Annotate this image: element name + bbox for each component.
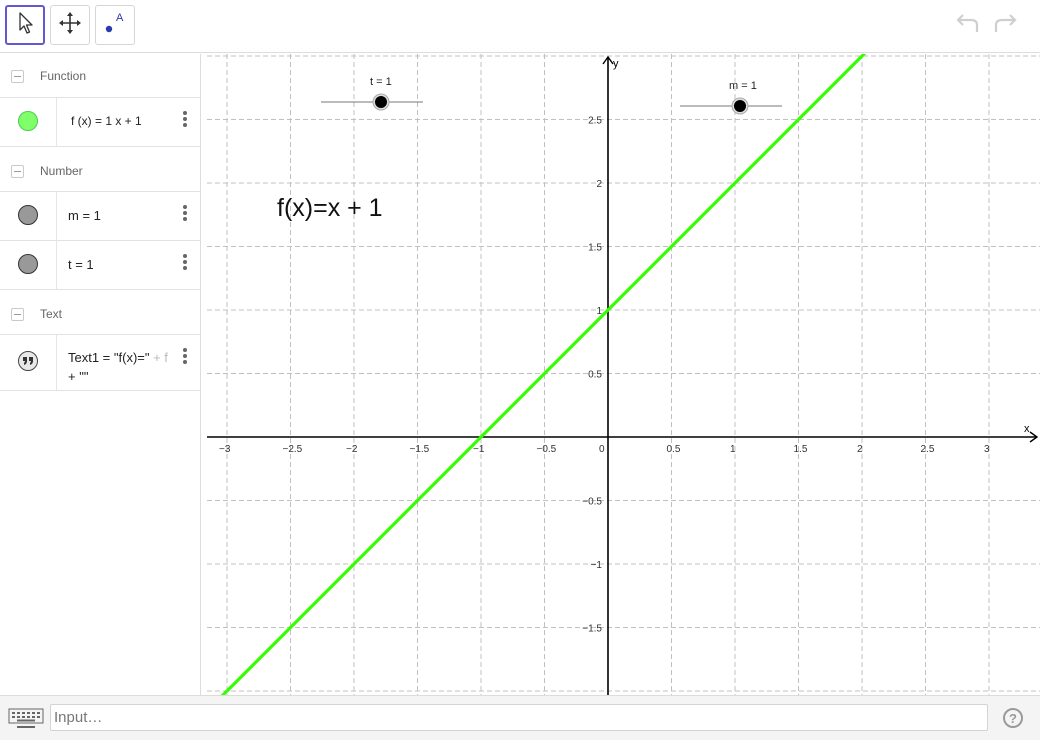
slider-t-label: t = 1: [370, 76, 392, 88]
algebra-item-text: m = 1: [68, 208, 101, 223]
visibility-marble-t[interactable]: [18, 254, 38, 274]
item-menu-icon[interactable]: [181, 254, 189, 274]
x-axis-label: x: [1024, 423, 1030, 435]
point-A-icon: A: [102, 10, 128, 41]
function-f-graph: [220, 54, 867, 695]
group-header-function[interactable]: Function: [0, 54, 200, 98]
text-definition-faded: + f: [149, 350, 168, 365]
point-tool-button[interactable]: A: [95, 5, 135, 45]
x-tick-label: −2.5: [283, 444, 303, 455]
coordinate-plane[interactable]: x y −3 −2.5 −2 −1.5 −1 −0.5 0 0.5 1 1.5 2 2.5 3 2.5 2 1.5…: [207, 54, 1040, 695]
y-axis-label: y: [613, 58, 619, 70]
algebra-item-text-line1: Text1 = "f(x)=" + f: [68, 350, 168, 365]
geogebra-app: A Function f (x) = 1 x + 1 Number m = 1 …: [0, 0, 1040, 740]
item-menu-icon[interactable]: [181, 111, 189, 131]
slider-m-knob[interactable]: [734, 100, 746, 112]
collapse-icon[interactable]: [11, 69, 24, 83]
x-tick-label: 0: [599, 444, 605, 455]
graphics-view[interactable]: x y −3 −2.5 −2 −1.5 −1 −0.5 0 0.5 1 1.5 2 2.5 3 2.5 2 1.5…: [207, 54, 1040, 695]
y-tick-label: 2: [596, 179, 602, 190]
arrow-cursor-icon: [15, 11, 35, 40]
move-graphics-view-button[interactable]: [50, 5, 90, 45]
x-tick-label: 1.5: [794, 444, 808, 455]
item-menu-icon[interactable]: [181, 348, 189, 368]
point-tool-letter: A: [116, 12, 124, 24]
group-label-function: Function: [40, 69, 87, 83]
collapse-icon[interactable]: [11, 307, 24, 321]
y-tick-label: −1: [591, 560, 603, 571]
slider-t-knob[interactable]: [375, 96, 387, 108]
y-tick-label: −0.5: [582, 497, 602, 508]
input-bar: ?: [0, 695, 1040, 740]
y-tick-label: 1.5: [588, 243, 602, 254]
redo-icon: [990, 12, 1020, 41]
x-tick-label: −3: [219, 444, 231, 455]
visibility-marble-m[interactable]: [18, 205, 38, 225]
algebra-item-function-f[interactable]: f (x) = 1 x + 1: [0, 97, 200, 147]
slider-m-label: m = 1: [729, 80, 757, 92]
text-definition: Text1 = "f(x)=": [68, 350, 150, 365]
x-tick-label: −2: [346, 444, 358, 455]
group-label-number: Number: [40, 164, 83, 178]
algebra-view: Function f (x) = 1 x + 1 Number m = 1 t …: [0, 54, 201, 695]
x-tick-label: −1: [473, 444, 485, 455]
undo-button[interactable]: [953, 12, 983, 40]
undo-icon: [953, 12, 983, 41]
x-tick-label: 3: [984, 444, 990, 455]
algebra-item-text1[interactable]: Text1 = "f(x)=" + f + "": [0, 334, 200, 391]
x-tick-label: 0.5: [667, 444, 681, 455]
collapse-icon[interactable]: [11, 164, 24, 178]
visibility-marble-f[interactable]: [18, 111, 38, 131]
text-object-text1[interactable]: f(x)=x + 1: [277, 194, 383, 223]
y-tick-label: 0.5: [588, 370, 602, 381]
algebra-item-t[interactable]: t = 1: [0, 240, 200, 290]
y-tick-label: 2.5: [588, 116, 602, 127]
move-cross-icon: [58, 11, 82, 40]
quote-icon[interactable]: [18, 351, 38, 371]
x-tick-label: 1: [730, 444, 736, 455]
algebra-item-text-line2: + "": [68, 369, 89, 384]
group-header-text[interactable]: Text: [0, 292, 200, 336]
algebra-item-m[interactable]: m = 1: [0, 191, 200, 241]
group-label-text: Text: [40, 307, 63, 321]
algebra-item-text: f (x) = 1 x + 1: [71, 114, 142, 128]
keyboard-icon[interactable]: [8, 707, 44, 729]
x-tick-label: −1.5: [410, 444, 430, 455]
help-icon[interactable]: ?: [1003, 708, 1023, 728]
move-tool-button[interactable]: [5, 5, 45, 45]
x-tick-label: 2: [857, 444, 863, 455]
algebra-item-text: t = 1: [68, 257, 94, 272]
y-tick-label: −1.5: [582, 624, 602, 635]
algebra-input-field[interactable]: [50, 704, 988, 731]
redo-button[interactable]: [990, 12, 1020, 40]
item-menu-icon[interactable]: [181, 205, 189, 225]
x-tick-label: −0.5: [537, 444, 557, 455]
group-header-number[interactable]: Number: [0, 149, 200, 193]
x-tick-label: 2.5: [921, 444, 935, 455]
toolbar: A: [0, 0, 1040, 53]
